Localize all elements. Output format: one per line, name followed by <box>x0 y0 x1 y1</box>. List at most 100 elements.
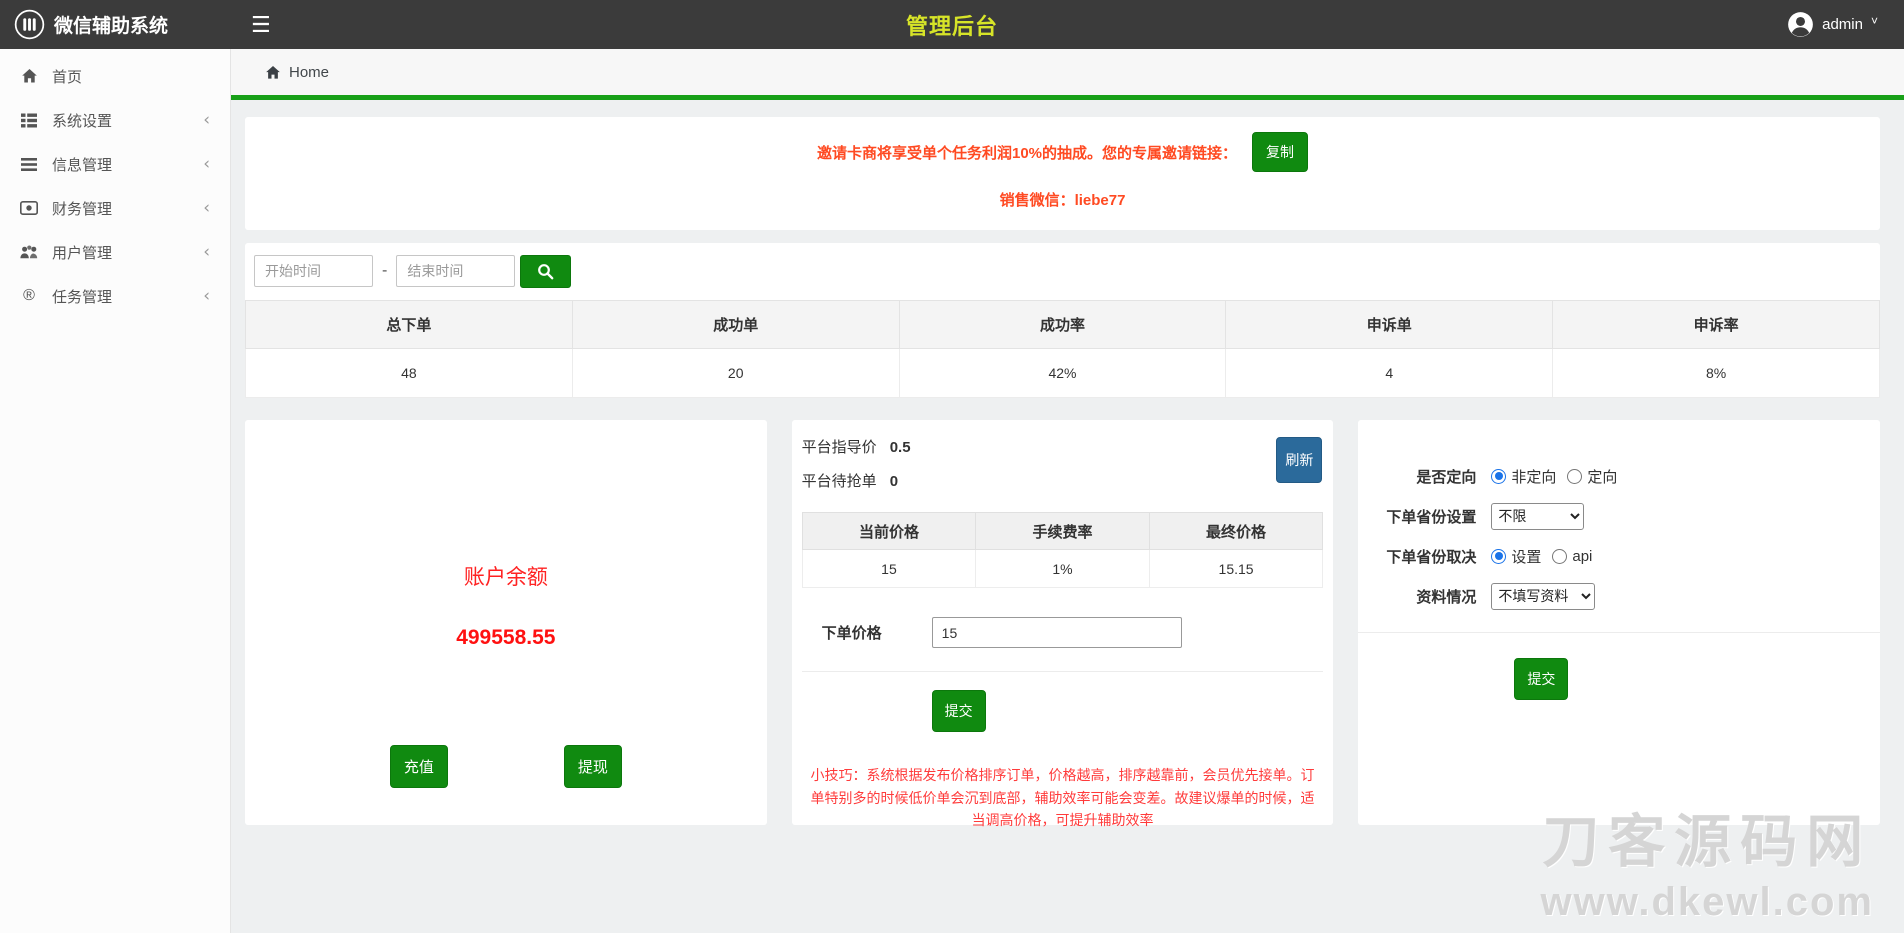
pricing-tips-text: 小技巧：系统根据发布价格排序订单，价格越高，排序越靠前，会员优先接单。订单特别多… <box>802 764 1324 832</box>
start-time-input[interactable] <box>254 255 373 287</box>
order-price-card: 平台指导价 0.5 平台待抢单 0 刷新 当前价格 手续费率 最终价格 <box>792 420 1334 825</box>
profile-select[interactable]: 不填写资料 <box>1491 583 1595 610</box>
withdraw-button[interactable]: 提现 <box>564 745 622 788</box>
guide-price-label: 平台指导价 <box>802 439 877 456</box>
table-row: 48 20 42% 4 8% <box>246 349 1880 398</box>
sidebar-item-label: 财务管理 <box>52 198 112 219</box>
radio-icon <box>1567 469 1582 484</box>
stats-header: 申诉单 <box>1226 301 1553 349</box>
radio-label: 定向 <box>1587 466 1617 487</box>
main-area: Home 邀请卡商将享受单个任务利润10%的抽成。您的专属邀请链接： 复制 销售… <box>231 49 1904 933</box>
hamburger-menu-icon[interactable]: ☰ <box>251 14 271 36</box>
chevron-left-icon: ‹ <box>203 286 210 306</box>
sidebar-item-label: 任务管理 <box>52 286 112 307</box>
end-time-input[interactable] <box>396 255 515 287</box>
radio-label: api <box>1572 548 1592 565</box>
brand: 微信辅助系统 <box>0 9 231 40</box>
stats-value: 8% <box>1553 349 1880 398</box>
brand-title: 微信辅助系统 <box>54 11 168 38</box>
province-select[interactable]: 不限 <box>1491 503 1584 530</box>
avatar-icon <box>1787 11 1814 38</box>
radio-icon <box>1491 469 1506 484</box>
chevron-left-icon: ‹ <box>203 242 210 262</box>
search-button[interactable] <box>520 255 571 288</box>
stats-card: - 总下单 成功单 成功 <box>245 243 1880 398</box>
stats-header: 总下单 <box>246 301 573 349</box>
settings-submit-button[interactable]: 提交 <box>1514 658 1568 700</box>
price-header: 最终价格 <box>1149 513 1323 550</box>
sales-wechat-text: 销售微信：liebe77 <box>245 189 1880 210</box>
copy-link-button[interactable]: 复制 <box>1252 132 1308 172</box>
price-header: 当前价格 <box>802 513 976 550</box>
radio-non-directed[interactable]: 非定向 <box>1491 466 1556 487</box>
stats-header: 成功率 <box>899 301 1226 349</box>
sidebar-item-system-settings[interactable]: 系统设置 ‹ <box>0 98 230 142</box>
users-icon <box>19 245 39 259</box>
chevron-down-icon: ˅ <box>1871 14 1878 28</box>
stats-value: 42% <box>899 349 1226 398</box>
breadcrumb: Home <box>231 49 1904 100</box>
invite-notice-text: 邀请卡商将享受单个任务利润10%的抽成。您的专属邀请链接： <box>817 142 1237 163</box>
user-menu[interactable]: admin ˅ <box>1787 11 1904 38</box>
price-value: 15 <box>802 550 976 588</box>
order-price-label: 下单价格 <box>802 622 882 643</box>
page-title: 管理后台 <box>906 9 998 41</box>
topbar: 微信辅助系统 ☰ 管理后台 admin ˅ <box>0 0 1904 49</box>
price-header: 手续费率 <box>976 513 1150 550</box>
radio-label: 非定向 <box>1511 466 1556 487</box>
radio-icon <box>1491 549 1506 564</box>
order-price-input[interactable] <box>932 617 1182 648</box>
chevron-left-icon: ‹ <box>203 198 210 218</box>
stats-header: 申诉率 <box>1553 301 1880 349</box>
pending-orders-value: 0 <box>890 473 898 490</box>
list-icon <box>19 158 39 171</box>
radio-label: 设置 <box>1511 546 1541 567</box>
breadcrumb-home[interactable]: Home <box>289 64 329 81</box>
sidebar: 首页 系统设置 ‹ 信息管理 ‹ <box>0 49 231 933</box>
brand-logo-icon <box>14 9 45 40</box>
province-set-label: 下单省份设置 <box>1358 506 1476 527</box>
divider <box>802 671 1324 672</box>
divider <box>1358 632 1880 633</box>
province-source-label: 下单省份取决 <box>1358 546 1476 567</box>
radio-api[interactable]: api <box>1552 548 1592 565</box>
radio-directed[interactable]: 定向 <box>1567 466 1617 487</box>
refresh-button[interactable]: 刷新 <box>1276 437 1322 483</box>
balance-title: 账户余额 <box>245 420 767 591</box>
chevron-left-icon: ‹ <box>203 110 210 130</box>
sidebar-item-task-management[interactable]: ® 任务管理 ‹ <box>0 274 230 318</box>
profile-label: 资料情况 <box>1358 586 1476 607</box>
recharge-button[interactable]: 充值 <box>390 745 448 788</box>
stats-header: 成功单 <box>572 301 899 349</box>
sidebar-item-finance-management[interactable]: 财务管理 ‹ <box>0 186 230 230</box>
radio-setting[interactable]: 设置 <box>1491 546 1541 567</box>
username: admin <box>1822 16 1863 33</box>
registered-icon: ® <box>19 287 39 305</box>
balance-amount: 499558.55 <box>245 626 767 650</box>
home-icon <box>19 68 39 84</box>
stats-table: 总下单 成功单 成功率 申诉单 申诉率 48 20 42% 4 8% <box>245 300 1880 398</box>
order-settings-card: 是否定向 非定向 定向 下单 <box>1358 420 1880 825</box>
sidebar-item-info-management[interactable]: 信息管理 ‹ <box>0 142 230 186</box>
sidebar-item-home[interactable]: 首页 <box>0 54 230 98</box>
stats-value: 4 <box>1226 349 1553 398</box>
stats-value: 48 <box>246 349 573 398</box>
price-value: 1% <box>976 550 1150 588</box>
radio-icon <box>1552 549 1567 564</box>
price-value: 15.15 <box>1149 550 1323 588</box>
home-icon <box>265 65 281 80</box>
price-submit-button[interactable]: 提交 <box>932 690 986 732</box>
stats-value: 20 <box>572 349 899 398</box>
chevron-left-icon: ‹ <box>203 154 210 174</box>
table-row: 15 1% 15.15 <box>802 550 1323 588</box>
sidebar-item-user-management[interactable]: 用户管理 ‹ <box>0 230 230 274</box>
date-range-separator: - <box>382 262 387 280</box>
direction-label: 是否定向 <box>1358 466 1476 487</box>
balance-card: 账户余额 499558.55 充值 提现 <box>245 420 767 825</box>
invite-notice-card: 邀请卡商将享受单个任务利润10%的抽成。您的专属邀请链接： 复制 销售微信：li… <box>245 117 1880 230</box>
sidebar-item-label: 系统设置 <box>52 110 112 131</box>
guide-price-value: 0.5 <box>890 439 911 456</box>
sidebar-item-label: 首页 <box>52 66 82 87</box>
sidebar-item-label: 信息管理 <box>52 154 112 175</box>
pending-orders-label: 平台待抢单 <box>802 473 877 490</box>
